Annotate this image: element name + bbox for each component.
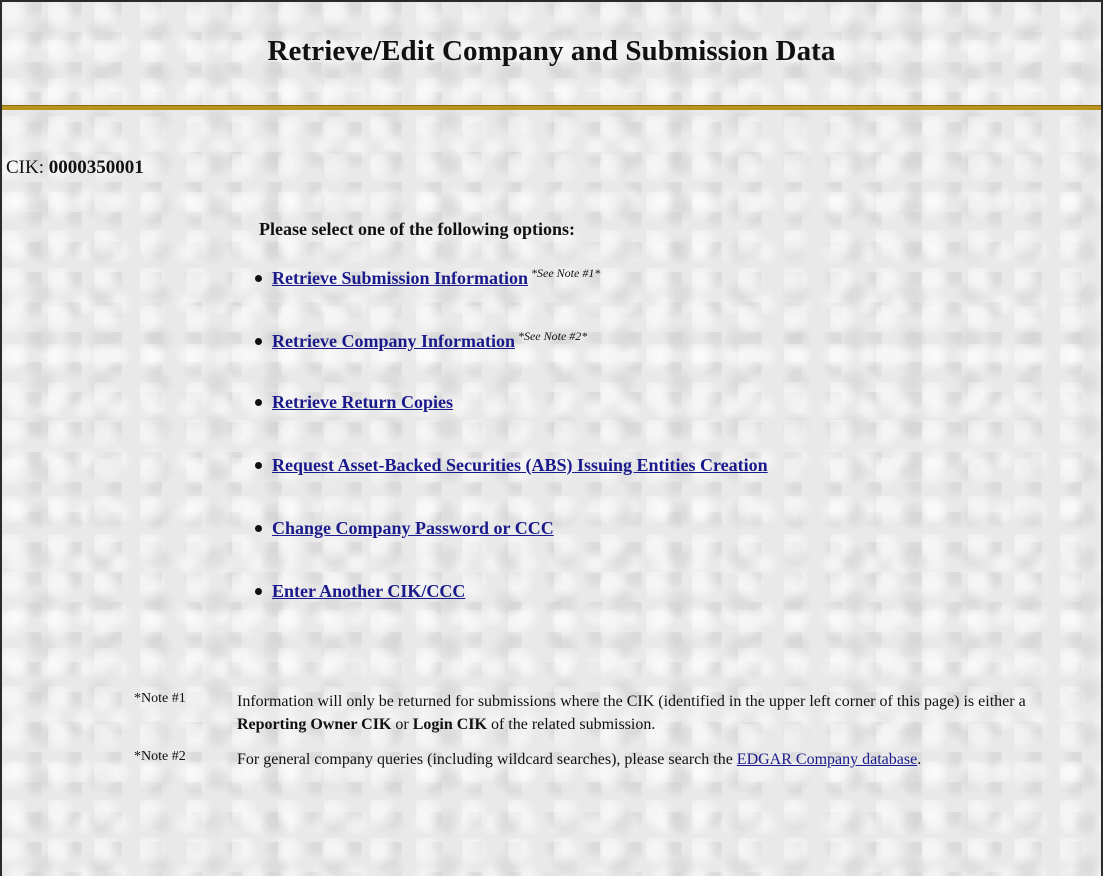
note-1-bold-reporting-owner: Reporting Owner CIK (237, 716, 392, 733)
note-1-label: *Note #1 (134, 691, 186, 706)
note-2: *Note #2 For general company queries (in… (134, 748, 1064, 771)
note-2-text-part: For general company queries (including w… (237, 751, 733, 768)
retrieve-company-information-link[interactable]: Retrieve Company Information (272, 331, 515, 351)
page-title: Retrieve/Edit Company and Submission Dat… (267, 35, 836, 67)
option-retrieve-return-copies: Retrieve Return Copies (255, 392, 768, 455)
option-request-abs-creation: Request Asset-Backed Securities (ABS) Is… (255, 455, 768, 518)
option-retrieve-company-information: Retrieve Company Information *See Note #2… (255, 329, 768, 392)
options-prompt: Please select one of the following optio… (259, 219, 575, 239)
page-frame: Retrieve/Edit Company and Submission Dat… (0, 0, 1103, 876)
bullet-icon (255, 338, 262, 346)
note-1: *Note #1 Information will only be return… (134, 690, 1064, 736)
options-list: Retrieve Submission Information *See Note… (255, 266, 768, 644)
bullet-icon (255, 399, 262, 407)
cik-value: 0000350001 (48, 157, 144, 178)
enter-another-cik-ccc-link[interactable]: Enter Another CIK/CCC (272, 581, 465, 601)
cik-label: CIK: (6, 157, 44, 178)
bullet-icon (255, 588, 262, 596)
bullet-icon (255, 275, 262, 283)
retrieve-return-copies-link[interactable]: Retrieve Return Copies (272, 392, 453, 412)
option-enter-another-cik: Enter Another CIK/CCC (255, 581, 768, 644)
bullet-icon (255, 462, 262, 470)
footnotes: *Note #1 Information will only be return… (134, 690, 1064, 783)
note-2-label: *Note #2 (134, 749, 186, 764)
note-2-reference: *See Note #2* (517, 329, 588, 343)
note-1-text-part: of the related submission. (490, 716, 656, 733)
note-2-text: For general company queries (including w… (237, 748, 1064, 771)
header-divider (2, 105, 1101, 110)
note-2-text-part: . (917, 751, 922, 768)
retrieve-submission-information-link[interactable]: Retrieve Submission Information (272, 268, 528, 288)
note-1-bold-login-cik: Login CIK (412, 716, 487, 733)
note-1-text-part: Information will only be returned for su… (237, 693, 1026, 710)
change-password-ccc-link[interactable]: Change Company Password or CCC (272, 518, 554, 538)
option-change-password: Change Company Password or CCC (255, 518, 768, 581)
bullet-icon (255, 525, 262, 533)
request-abs-issuing-entities-link[interactable]: Request Asset-Backed Securities (ABS) Is… (272, 455, 768, 475)
cik-display: CIK: 0000350001 (6, 157, 144, 179)
note-1-text-part: or (395, 716, 409, 733)
note-1-reference: *See Note #1* (531, 266, 601, 280)
option-retrieve-submission-information: Retrieve Submission Information *See Note… (255, 266, 768, 329)
edgar-company-database-link[interactable]: EDGAR Company database (737, 751, 917, 768)
note-1-text: Information will only be returned for su… (237, 690, 1064, 736)
